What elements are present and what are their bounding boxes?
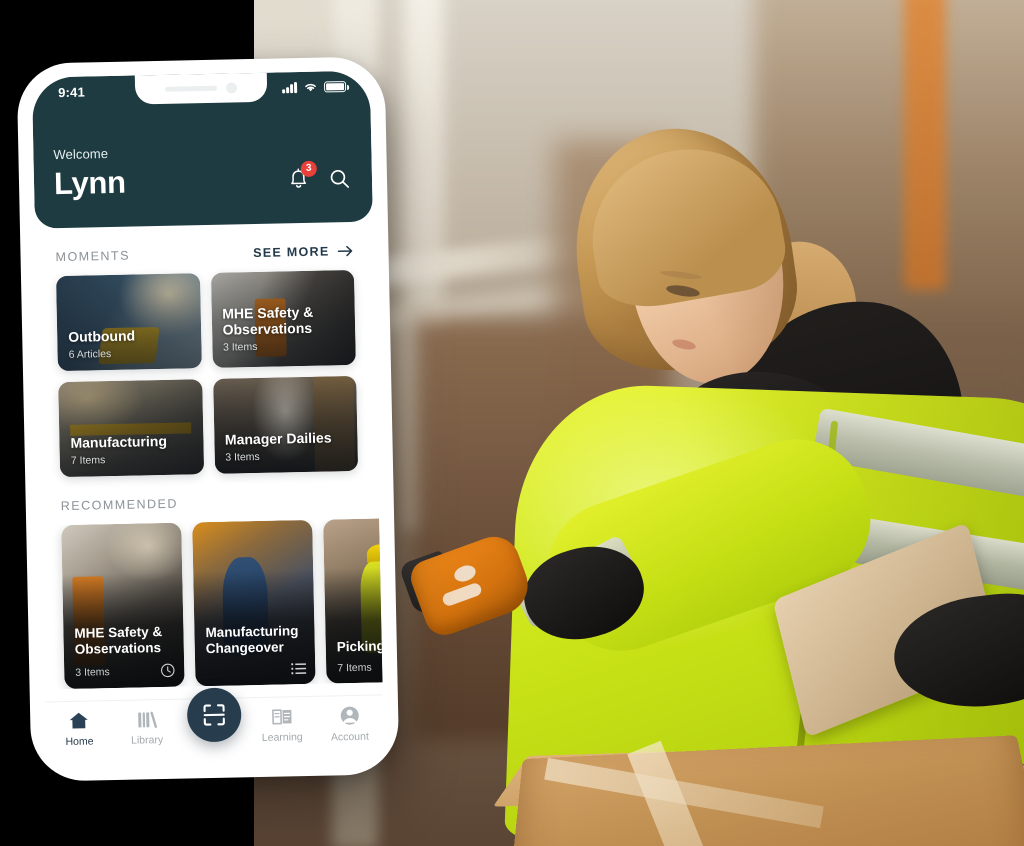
- moments-grid: Outbound 6 Articles MHE Safety & Observa…: [36, 269, 378, 478]
- scan-icon: [203, 704, 225, 726]
- status-bar-time: 9:41: [57, 84, 86, 100]
- photo-orange-post: [904, 0, 946, 290]
- tab-label: Library: [130, 734, 164, 747]
- user-name: Lynn: [53, 164, 127, 202]
- front-camera-icon: [225, 82, 238, 94]
- card-meta: 3 Items: [75, 663, 175, 680]
- see-more-label: SEE MORE: [252, 244, 330, 261]
- arrow-right-icon: [337, 245, 353, 257]
- recommended-card-manufacturing-changeover[interactable]: Manufacturing Changeover: [192, 519, 316, 687]
- recommended-rail[interactable]: MHE Safety & Observations 3 Items Manufa…: [41, 518, 383, 690]
- card-subtitle: 7 Items: [337, 661, 372, 675]
- list-icon: [291, 663, 307, 675]
- card-title: Manager Dailies: [224, 429, 332, 449]
- tab-label: Learning: [261, 731, 303, 744]
- library-icon: [138, 711, 157, 728]
- phone-mockup: 9:41 Welcome Lynn 3 MOMENTS SEE MORE Out…: [16, 56, 400, 782]
- tab-scan[interactable]: [181, 687, 248, 747]
- phone-screen: 9:41 Welcome Lynn 3 MOMENTS SEE MORE Out…: [31, 70, 385, 768]
- search-button[interactable]: [329, 167, 350, 188]
- recommended-card-picking[interactable]: Picking 7 Items: [323, 518, 383, 684]
- card-text: MHE Safety & Observations 3 Items: [222, 303, 345, 354]
- card-text: Outbound 6 Articles: [68, 327, 191, 361]
- card-title: Picking: [336, 638, 383, 655]
- header-name-row: Lynn 3: [54, 160, 353, 202]
- cellular-bars-icon: [282, 81, 298, 93]
- tab-library[interactable]: Library: [113, 709, 180, 747]
- tab-label: Account: [330, 730, 369, 744]
- moment-card-manufacturing[interactable]: Manufacturing 7 Items: [58, 379, 204, 478]
- search-icon: [330, 169, 350, 188]
- card-meta: 7 Items: [337, 660, 382, 675]
- recommended-card-mhe-safety[interactable]: MHE Safety & Observations 3 Items: [61, 522, 185, 690]
- card-title: MHE Safety & Observations: [222, 303, 314, 339]
- card-text: MHE Safety & Observations 3 Items: [74, 623, 175, 679]
- card-text: Manufacturing 7 Items: [70, 433, 193, 467]
- home-icon: [70, 712, 89, 729]
- card-text: Manager Dailies 3 Items: [225, 430, 348, 464]
- recommended-section-header: RECOMMENDED: [40, 470, 379, 525]
- welcome-greeting: Welcome: [53, 146, 109, 163]
- notification-badge: 3: [300, 160, 317, 177]
- tab-account[interactable]: Account: [316, 704, 383, 743]
- card-subtitle: 7 Items: [70, 454, 106, 467]
- moments-section-header: MOMENTS SEE MORE: [35, 222, 374, 277]
- learning-book-icon: [271, 709, 292, 725]
- battery-full-icon: [323, 80, 347, 92]
- card-subtitle: 6 Articles: [68, 348, 112, 361]
- card-text: Manufacturing Changeover: [205, 622, 307, 677]
- card-meta: [206, 662, 307, 677]
- earpiece-speaker-icon: [165, 85, 218, 92]
- card-title: Manufacturing Changeover: [205, 622, 299, 656]
- wifi-icon: [305, 83, 316, 92]
- card-subtitle: 3 Items: [222, 340, 258, 354]
- phone-notch: [134, 72, 268, 105]
- scan-button[interactable]: [186, 687, 242, 743]
- card-subtitle: 3 Items: [75, 665, 110, 679]
- moment-card-mhe-safety[interactable]: MHE Safety & Observations 3 Items: [210, 269, 356, 368]
- tab-label: Home: [65, 735, 94, 749]
- status-bar-indicators: [282, 80, 350, 93]
- account-person-icon: [340, 706, 359, 725]
- header-actions: 3: [288, 160, 352, 190]
- moment-card-manager-dailies[interactable]: Manager Dailies 3 Items: [212, 375, 359, 474]
- card-subtitle: 3 Items: [225, 450, 260, 464]
- tab-learning[interactable]: Learning: [249, 706, 316, 744]
- notifications-button[interactable]: 3: [288, 160, 317, 190]
- recommended-title: RECOMMENDED: [60, 496, 179, 514]
- moments-title: MOMENTS: [55, 248, 131, 265]
- moment-card-outbound[interactable]: Outbound 6 Articles: [55, 273, 202, 372]
- bottom-tab-bar: Home Library Learning Account: [44, 687, 385, 768]
- clock-icon: [161, 663, 175, 678]
- card-title: Manufacturing: [70, 433, 168, 452]
- moments-see-more-button[interactable]: SEE MORE: [253, 244, 354, 260]
- card-title: MHE Safety & Observations: [74, 623, 163, 657]
- screenshot-stage: 9:41 Welcome Lynn 3 MOMENTS SEE MORE Out…: [0, 0, 1024, 846]
- card-title: Outbound: [68, 327, 136, 346]
- tab-home[interactable]: Home: [46, 710, 113, 748]
- card-text: Picking 7 Items: [337, 637, 383, 674]
